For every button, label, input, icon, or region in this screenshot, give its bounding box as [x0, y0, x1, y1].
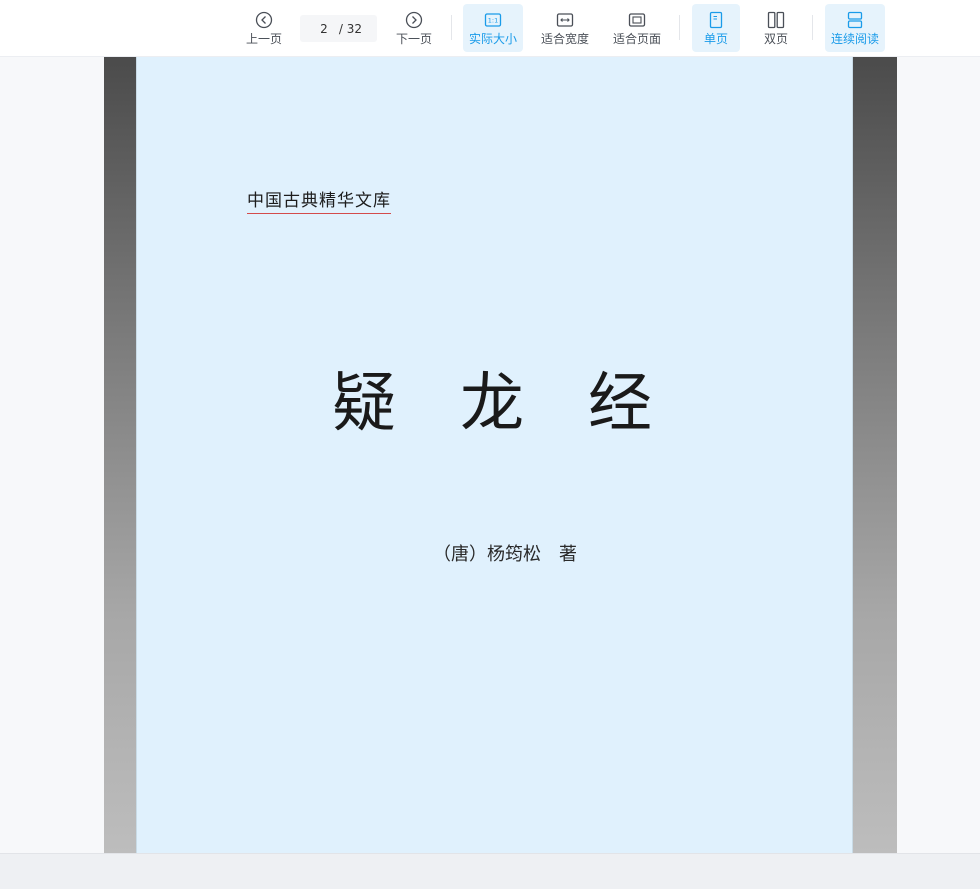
fit-page-label: 适合页面 [612, 32, 661, 46]
page-number-input[interactable] [314, 21, 333, 36]
single-page-button[interactable]: 单页 [692, 4, 740, 52]
actual-size-icon: 1:1 [484, 13, 502, 27]
next-page-button[interactable]: 下一页 [390, 4, 438, 52]
chevron-left-circle-icon [255, 11, 273, 29]
toolbar-divider [451, 15, 452, 40]
actual-size-label: 实际大小 [468, 32, 517, 46]
toolbar-divider [812, 15, 813, 40]
prev-page-button[interactable]: 上一页 [240, 4, 288, 52]
double-page-label: 双页 [763, 32, 788, 46]
fit-width-label: 适合宽度 [540, 32, 589, 46]
author-line: （唐）杨筠松 著 [433, 544, 577, 565]
double-page-icon [767, 11, 785, 29]
next-page-label: 下一页 [395, 32, 432, 46]
book-title: 疑龙经 [332, 367, 716, 441]
continuous-reading-label: 连续阅读 [830, 32, 879, 46]
document-page: 中国古典精华文库 疑龙经 （唐）杨筠松 著 [104, 57, 897, 853]
single-page-icon [709, 11, 723, 29]
fit-width-icon [556, 13, 574, 27]
viewer-toolbar: 上一页 / 32 下一页 1:1 实际大小 适合宽度 适合页面 [0, 0, 980, 57]
fit-page-icon [628, 13, 646, 27]
page-indicator: / 32 [300, 15, 377, 42]
single-page-label: 单页 [703, 32, 728, 46]
svg-text:1:1: 1:1 [488, 17, 498, 25]
fit-page-button[interactable]: 适合页面 [607, 4, 667, 52]
toolbar-divider [679, 15, 680, 40]
bottom-bar [0, 853, 980, 889]
fit-width-button[interactable]: 适合宽度 [535, 4, 595, 52]
continuous-scroll-icon [847, 11, 863, 29]
page-content: 中国古典精华文库 疑龙经 （唐）杨筠松 著 [136, 57, 853, 853]
series-title: 中国古典精华文库 [247, 190, 391, 214]
page-total: / 32 [338, 21, 363, 36]
chevron-right-circle-icon [405, 11, 423, 29]
prev-page-label: 上一页 [245, 32, 282, 46]
document-viewport[interactable]: 中国古典精华文库 疑龙经 （唐）杨筠松 著 [0, 57, 980, 853]
actual-size-button[interactable]: 1:1 实际大小 [463, 4, 523, 52]
continuous-reading-button[interactable]: 连续阅读 [825, 4, 885, 52]
double-page-button[interactable]: 双页 [752, 4, 800, 52]
